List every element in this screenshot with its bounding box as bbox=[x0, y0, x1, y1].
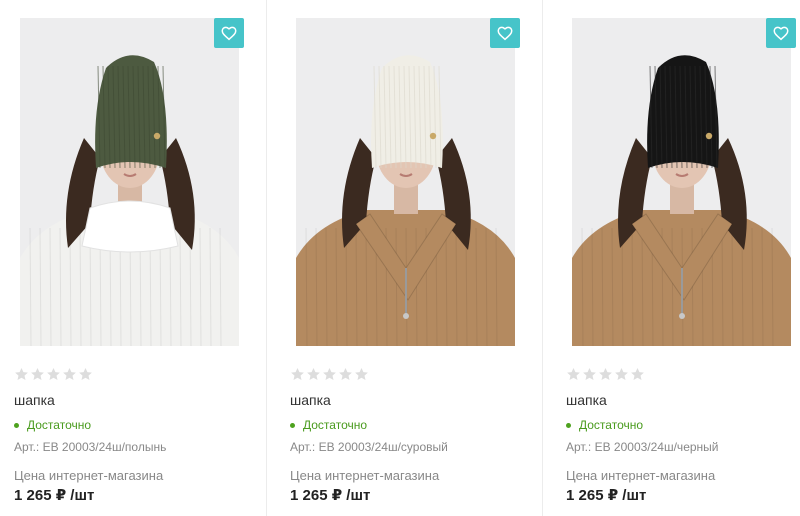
heart-icon bbox=[221, 26, 237, 41]
status-dot bbox=[566, 422, 571, 428]
star-icon[interactable] bbox=[46, 367, 61, 382]
product-name[interactable]: шапка bbox=[566, 392, 607, 408]
price-label: Цена интернет-магазина bbox=[14, 468, 164, 483]
availability-status: Достаточно bbox=[290, 418, 367, 432]
heart-icon bbox=[497, 26, 513, 41]
rating-stars[interactable] bbox=[566, 367, 645, 383]
star-icon[interactable] bbox=[582, 367, 597, 382]
add-to-favorites-button[interactable] bbox=[766, 18, 796, 48]
star-icon[interactable] bbox=[30, 367, 45, 382]
product-card[interactable]: шапка Достаточно Арт.: ЕВ 20003/24ш/суро… bbox=[276, 0, 552, 516]
product-photo[interactable] bbox=[572, 18, 791, 346]
star-icon[interactable] bbox=[338, 367, 353, 382]
product-name[interactable]: шапка bbox=[14, 392, 55, 408]
status-dot bbox=[290, 422, 295, 428]
price-label: Цена интернет-магазина bbox=[566, 468, 716, 483]
availability-label: Достаточно bbox=[27, 418, 92, 432]
star-icon[interactable] bbox=[566, 367, 581, 382]
availability-status: Достаточно bbox=[566, 418, 643, 432]
article-number: Арт.: ЕВ 20003/24ш/черный bbox=[566, 440, 719, 454]
star-icon[interactable] bbox=[14, 367, 29, 382]
price-value: 1 265 ₽ /шт bbox=[14, 487, 95, 504]
availability-label: Достаточно bbox=[579, 418, 644, 432]
product-photo[interactable] bbox=[296, 18, 515, 346]
star-icon[interactable] bbox=[78, 367, 93, 382]
price-value: 1 265 ₽ /шт bbox=[566, 487, 647, 504]
rating-stars[interactable] bbox=[14, 367, 93, 383]
star-icon[interactable] bbox=[630, 367, 645, 382]
add-to-favorites-button[interactable] bbox=[490, 18, 520, 48]
article-number: Арт.: ЕВ 20003/24ш/суровый bbox=[290, 440, 448, 454]
product-card[interactable]: шапка Достаточно Арт.: ЕВ 20003/24ш/полы… bbox=[0, 0, 276, 516]
model-wearing-hat-image bbox=[20, 18, 239, 346]
price-label: Цена интернет-магазина bbox=[290, 468, 440, 483]
product-photo[interactable] bbox=[20, 18, 239, 346]
star-icon[interactable] bbox=[322, 367, 337, 382]
price-value: 1 265 ₽ /шт bbox=[290, 487, 371, 504]
rating-stars[interactable] bbox=[290, 367, 369, 383]
article-number: Арт.: ЕВ 20003/24ш/полынь bbox=[14, 440, 167, 454]
model-wearing-hat-image bbox=[572, 18, 791, 346]
star-icon[interactable] bbox=[614, 367, 629, 382]
star-icon[interactable] bbox=[354, 367, 369, 382]
product-name[interactable]: шапка bbox=[290, 392, 331, 408]
star-icon[interactable] bbox=[598, 367, 613, 382]
heart-icon bbox=[773, 26, 789, 41]
status-dot bbox=[14, 422, 19, 428]
product-card[interactable]: шапка Достаточно Арт.: ЕВ 20003/24ш/черн… bbox=[552, 0, 800, 516]
model-wearing-hat-image bbox=[296, 18, 515, 346]
availability-status: Достаточно bbox=[14, 418, 91, 432]
star-icon[interactable] bbox=[62, 367, 77, 382]
star-icon[interactable] bbox=[306, 367, 321, 382]
add-to-favorites-button[interactable] bbox=[214, 18, 244, 48]
product-grid: шапка Достаточно Арт.: ЕВ 20003/24ш/полы… bbox=[0, 0, 800, 516]
availability-label: Достаточно bbox=[303, 418, 368, 432]
star-icon[interactable] bbox=[290, 367, 305, 382]
